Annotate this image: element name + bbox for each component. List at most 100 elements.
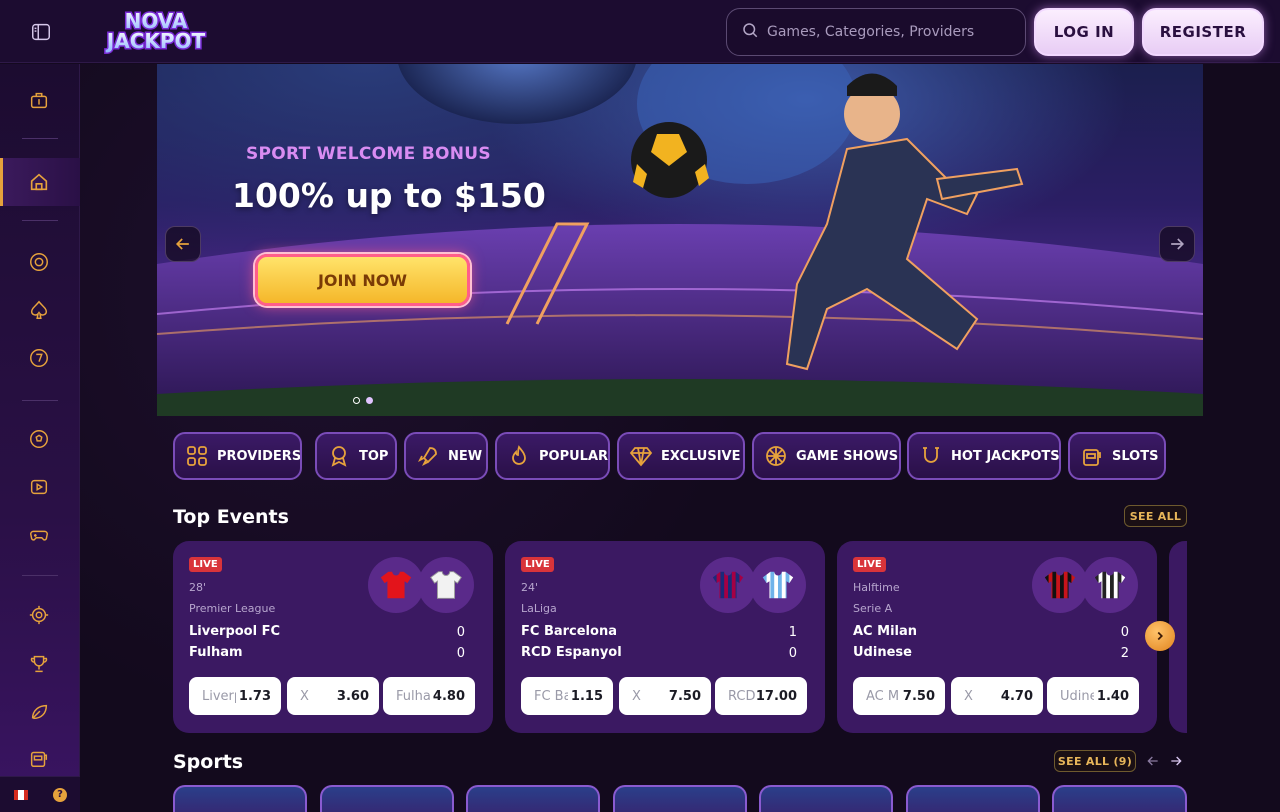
odds-draw-button[interactable]: X 7.50 [619, 677, 711, 715]
odds-value: 1.40 [1096, 688, 1129, 704]
chevron-right-icon [1157, 631, 1163, 641]
banner-prev-button[interactable] [165, 226, 201, 262]
home-jersey [1032, 557, 1088, 613]
sports-prev-button[interactable] [1142, 750, 1164, 772]
odds-draw-button[interactable]: X 3.60 [287, 677, 379, 715]
gift-briefcase-icon[interactable] [27, 88, 51, 112]
category-providers[interactable]: PROVIDERS [173, 432, 302, 480]
trophy-icon[interactable] [27, 652, 51, 676]
lucky-seven-icon[interactable] [27, 346, 51, 370]
odds-home-button[interactable]: FC Barcelona1.15 [521, 677, 613, 715]
top-header: NOVA JACKPOT LOG IN REGISTER [0, 0, 1280, 63]
odds-value: 7.50 [902, 688, 935, 704]
top-events-see-all-button[interactable]: SEE ALL [1124, 505, 1187, 527]
odds-home-button[interactable]: Liverpool FC1.73 [189, 677, 281, 715]
slot-machine-icon [1083, 449, 1101, 466]
odds-home-button[interactable]: AC Milan7.50 [853, 677, 945, 715]
odds-value: 7.50 [668, 688, 701, 704]
join-now-button[interactable]: JOIN NOW [255, 254, 470, 306]
odds-value: 4.70 [1000, 688, 1033, 704]
event-league: Serie A [853, 602, 893, 615]
top-events-title: Top Events [173, 506, 289, 528]
home-team-name: FC Barcelona [521, 624, 617, 639]
odds-label: RCD Espanyol [728, 688, 756, 704]
category-slots[interactable]: SLOTS [1068, 432, 1166, 480]
sport-tile[interactable] [466, 785, 600, 812]
sports-title: Sports [173, 751, 244, 773]
odds-away-button[interactable]: Fulham4.80 [383, 677, 475, 715]
sidebar-divider [22, 400, 58, 401]
canada-flag-icon[interactable] [14, 790, 28, 800]
odds-value: 1.15 [570, 688, 603, 704]
pagination-dot-active[interactable] [366, 397, 373, 404]
banner-next-button[interactable] [1159, 226, 1195, 262]
category-top[interactable]: TOP [315, 432, 397, 480]
register-button[interactable]: REGISTER [1142, 8, 1264, 56]
leaf-icon[interactable] [27, 700, 51, 724]
football-icon[interactable] [27, 427, 51, 451]
home-score: 0 [456, 625, 465, 640]
sport-tile[interactable] [173, 785, 307, 812]
category-new[interactable]: NEW [404, 432, 488, 480]
sport-tile[interactable] [906, 785, 1040, 812]
sports-next-button[interactable] [1165, 750, 1187, 772]
nova-jackpot-logo[interactable]: NOVA JACKPOT [86, 6, 226, 56]
odds-value: 4.80 [432, 688, 465, 704]
home-jersey [368, 557, 424, 613]
jersey-icon [430, 571, 462, 599]
odds-label: X [300, 688, 309, 704]
odds-value: 1.73 [238, 688, 271, 704]
live-badge: LIVE [521, 557, 554, 572]
spade-icon[interactable] [27, 298, 51, 322]
sport-tile[interactable] [1052, 785, 1187, 812]
rocket-icon [417, 447, 437, 467]
roulette-icon[interactable] [27, 250, 51, 274]
category-popular[interactable]: POPULAR [495, 432, 610, 480]
search-box[interactable] [726, 8, 1026, 56]
diamond-icon [629, 447, 653, 467]
odds-away-button[interactable]: RCD Espanyol17.00 [715, 677, 807, 715]
sports-see-all-button[interactable]: SEE ALL (9) [1054, 750, 1136, 772]
sport-tile[interactable] [759, 785, 893, 812]
arrow-right-icon [1171, 756, 1182, 766]
odds-label: FC Barcelona [534, 688, 568, 704]
away-score: 2 [1120, 646, 1129, 661]
odds-value: 3.60 [336, 688, 369, 704]
login-button[interactable]: LOG IN [1034, 8, 1134, 56]
home-jersey [700, 557, 756, 613]
badge-icon[interactable] [27, 603, 51, 627]
jersey-icon [712, 571, 744, 599]
category-label: GAME SHOWS [796, 448, 899, 464]
event-card[interactable]: LIVE Halftime Serie A AC Milan 0 Udinese… [837, 541, 1157, 733]
category-exclusive[interactable]: EXCLUSIVE [617, 432, 745, 480]
home-icon[interactable] [27, 170, 51, 194]
category-label: EXCLUSIVE [661, 448, 741, 464]
odds-away-button[interactable]: Udinese1.40 [1047, 677, 1139, 715]
home-score: 0 [1120, 625, 1129, 640]
event-card[interactable]: LIVE 24' LaLiga FC Barcelona 1 RCD Espan… [505, 541, 825, 733]
category-label: POPULAR [539, 448, 609, 464]
odds-label: X [632, 688, 641, 704]
help-icon[interactable]: ? [53, 788, 67, 802]
events-next-button[interactable] [1145, 621, 1175, 651]
sidebar-divider [22, 575, 58, 576]
sport-tile[interactable] [613, 785, 747, 812]
sport-tile[interactable] [320, 785, 454, 812]
gamepad-icon[interactable] [27, 523, 51, 547]
category-hot-jackpots[interactable]: HOT JACKPOTS [907, 432, 1061, 480]
sidebar-toggle-icon[interactable] [30, 21, 52, 43]
live-video-icon[interactable] [27, 475, 51, 499]
slot-machine-icon[interactable] [27, 746, 51, 770]
event-card[interactable]: LIVE 28' Premier League Liverpool FC 0 F… [173, 541, 493, 733]
category-game-shows[interactable]: GAME SHOWS [752, 432, 901, 480]
award-icon [331, 446, 347, 467]
live-badge: LIVE [853, 557, 886, 572]
away-team-name: Fulham [189, 645, 243, 660]
home-team-name: Liverpool FC [189, 624, 281, 639]
promo-banner[interactable]: SPORT WELCOME BONUS 100% up to $150 JOIN… [157, 64, 1203, 416]
category-label: NEW [448, 448, 483, 464]
pagination-dot[interactable] [353, 397, 360, 404]
search-input[interactable] [767, 24, 1007, 40]
odds-draw-button[interactable]: X 4.70 [951, 677, 1043, 715]
category-label: PROVIDERS [217, 448, 302, 464]
